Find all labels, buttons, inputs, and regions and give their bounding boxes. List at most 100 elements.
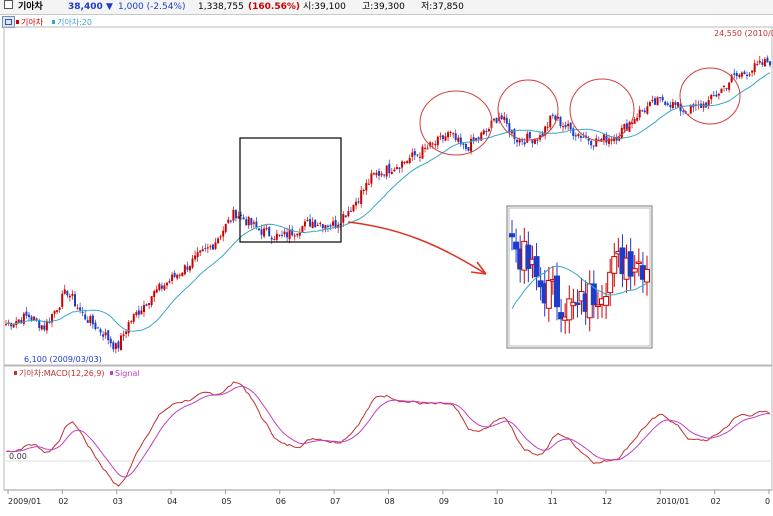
candle-body [94, 322, 97, 329]
price-panel-frame [3, 26, 773, 366]
zoom-inset [506, 205, 653, 349]
candle-body [148, 303, 151, 305]
macd-line [5, 381, 771, 487]
candle-body [204, 247, 207, 249]
candle-body [388, 163, 391, 174]
candle-body [398, 167, 401, 169]
inset-candle-body [554, 275, 560, 308]
candle-body [641, 110, 644, 112]
candle-body [651, 100, 654, 102]
candle-body [751, 70, 754, 73]
candle-body [454, 133, 457, 140]
candle-body [413, 150, 416, 156]
candle-body [199, 250, 202, 253]
candle-body [424, 147, 427, 149]
candle-body [150, 296, 153, 306]
candle-body [293, 235, 296, 237]
candle-body [587, 139, 590, 141]
candle-body [135, 312, 138, 315]
candle-body [104, 332, 107, 336]
candle-body [280, 234, 283, 236]
candle-body [643, 110, 646, 113]
candle-body [45, 320, 48, 331]
candle-body [252, 222, 255, 224]
candle-body [707, 100, 710, 106]
highlight-circle [569, 78, 635, 142]
candle-body [449, 132, 452, 134]
candle-body [273, 238, 276, 240]
candle-body [452, 133, 455, 135]
x-tick-label: 2009/01 [8, 497, 41, 506]
candle-body [526, 133, 529, 143]
candle-body [263, 228, 266, 237]
legend-macd-swatch [14, 371, 17, 375]
candle-body [378, 170, 381, 176]
x-tick-label: 02 [58, 497, 68, 506]
candle-body [245, 219, 248, 226]
candle-body [316, 224, 319, 226]
x-tick-label: 08 [385, 497, 395, 506]
highlight-circle [419, 90, 493, 156]
candle-body [766, 57, 769, 63]
candle-body [153, 291, 156, 298]
candle-body [615, 138, 618, 141]
candle-body [319, 223, 322, 225]
candle-body [275, 233, 278, 240]
candle-body [661, 96, 664, 101]
candle-body [91, 315, 94, 325]
inset-candle-body [594, 304, 601, 308]
candle-body [562, 126, 565, 128]
candle-body [710, 94, 713, 100]
candle-body [25, 311, 28, 316]
candle-body [171, 274, 174, 282]
candle-body [758, 60, 761, 63]
candle-body [298, 233, 301, 236]
candle-body [569, 122, 572, 130]
candle-body [242, 217, 245, 220]
x-tick-label: 12 [602, 497, 612, 506]
candle-body [536, 139, 539, 141]
candle-body [648, 102, 651, 106]
candle-body [362, 189, 365, 191]
candle-body [71, 294, 74, 296]
candle-body [385, 165, 388, 177]
candle-body [715, 94, 718, 97]
candle-body [725, 87, 728, 89]
candle-body [30, 316, 33, 321]
candle-body [186, 266, 189, 270]
candle-body [462, 143, 465, 145]
x-tick-label: 04 [167, 497, 177, 506]
candle-body [79, 307, 82, 311]
candle-body [137, 310, 140, 315]
candle-body [375, 172, 378, 176]
candle-body [728, 82, 731, 90]
candle-body [669, 104, 672, 108]
macd-legend: 기아차:MACD(12,26,9) Signal [14, 368, 140, 378]
candle-body [666, 103, 669, 105]
inset-candle-body [644, 268, 650, 283]
candle-body [68, 295, 71, 298]
candle-body [723, 85, 726, 87]
candle-body [122, 334, 125, 337]
inset-candle-body [574, 302, 581, 305]
low-label: 6,100 (2009/03/03) [24, 355, 102, 364]
candle-body [674, 102, 677, 105]
candle-body [309, 218, 312, 227]
candle-body [160, 285, 163, 289]
candle-body [416, 154, 419, 156]
candle-body [53, 310, 56, 314]
candle-body [720, 88, 723, 93]
candle-body [76, 307, 79, 309]
candle-body [380, 173, 383, 176]
candle-body [58, 307, 61, 310]
candle-body [743, 71, 746, 75]
candle-body [393, 169, 396, 172]
candle-body [145, 304, 148, 306]
x-tick-label: 11 [548, 497, 558, 506]
candle-body [217, 238, 220, 244]
candle-body [303, 221, 306, 227]
inset-candle-body [509, 233, 515, 238]
candle-body [112, 342, 115, 350]
high-label: 24,550 (2010/0 [714, 29, 773, 38]
candle-body [227, 219, 230, 223]
